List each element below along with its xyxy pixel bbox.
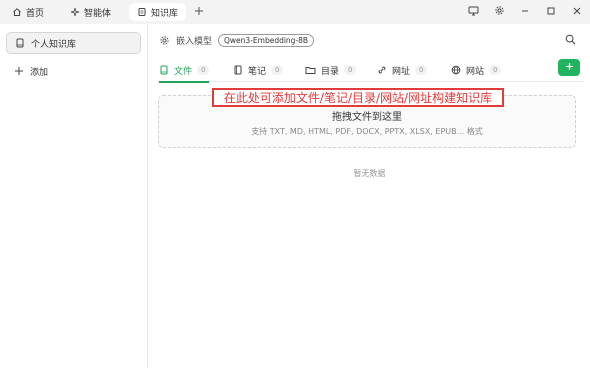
file-icon [159,65,169,75]
tab-knowledge[interactable]: 知识库 [129,3,187,21]
annotation-callout: 在此处可添加文件/笔记/目录/网站/网址构建知识库 [212,88,504,107]
monitor-icon [468,6,479,19]
notebook-icon [233,65,243,75]
folder-icon [305,65,316,75]
settings-button[interactable] [486,0,512,24]
sidebar: 个人知识库 添加 [0,24,148,368]
main-panel: 嵌入模型 Qwen3-Embedding-8B 文件 0 笔记 0 目录 0 网… [149,24,590,368]
plus-icon [194,6,204,19]
plus-icon [565,62,574,74]
maximize-button[interactable] [538,0,564,24]
new-tab-button[interactable] [192,5,206,19]
empty-state-text: 暂无数据 [353,169,386,178]
add-kb-label: 添加 [30,67,49,78]
tab-label: 首页 [26,8,45,19]
embedding-model-badge[interactable]: Qwen3-Embedding-8B [218,33,315,47]
dropzone-supported-formats: 支持 TXT, MD, HTML, PDF, DOCX, PPTX, XLSX,… [251,127,483,136]
kb-content-tabs: 文件 0 笔记 0 目录 0 网址 0 网站 0 [157,57,584,83]
add-content-button[interactable] [558,59,580,76]
book-icon [15,38,25,48]
gear-icon[interactable] [159,35,170,46]
title-bar: 首页 智能体 知识库 [0,0,590,24]
tab-count: 0 [344,65,357,75]
gear-icon [494,5,505,19]
tab-count: 0 [197,65,210,75]
knowledge-icon [137,7,147,17]
home-icon [12,7,22,17]
plus-icon [14,66,24,76]
add-kb-button[interactable]: 添加 [6,60,141,82]
tab-urls[interactable]: 网址 0 [377,60,428,80]
tab-label: 知识库 [151,8,179,19]
tab-agents[interactable]: 智能体 [62,3,119,21]
link-icon [377,65,387,75]
globe-icon [451,65,461,75]
sidebar-item-personal-kb[interactable]: 个人知识库 [6,32,141,54]
minimize-button[interactable] [512,0,538,24]
tab-label: 文件 [174,66,193,77]
close-icon [572,6,582,19]
search-icon[interactable] [565,34,576,45]
tab-label: 网站 [466,66,485,77]
tab-count: 0 [271,65,284,75]
window-controls [460,0,590,24]
tab-label: 目录 [321,66,340,77]
dropzone-title: 拖拽文件到这里 [332,112,402,123]
tab-count: 0 [489,65,502,75]
minimize-icon [520,6,530,19]
agent-icon [70,7,80,17]
display-button[interactable] [460,0,486,24]
close-button[interactable] [564,0,590,24]
sidebar-item-label: 个人知识库 [31,39,77,50]
tab-directory[interactable]: 目录 0 [305,60,357,80]
tab-label: 笔记 [248,66,267,77]
tab-websites[interactable]: 网站 0 [451,60,502,80]
tab-files[interactable]: 文件 0 [159,60,210,83]
tab-label: 网址 [392,66,411,77]
tab-home[interactable]: 首页 [4,3,52,21]
tab-notes[interactable]: 笔记 0 [233,60,284,80]
tab-label: 智能体 [84,8,112,19]
maximize-icon [546,6,556,19]
embedding-model-row: 嵌入模型 Qwen3-Embedding-8B [159,32,315,48]
embedding-model-label: 嵌入模型 [176,36,213,47]
tab-count: 0 [415,65,428,75]
